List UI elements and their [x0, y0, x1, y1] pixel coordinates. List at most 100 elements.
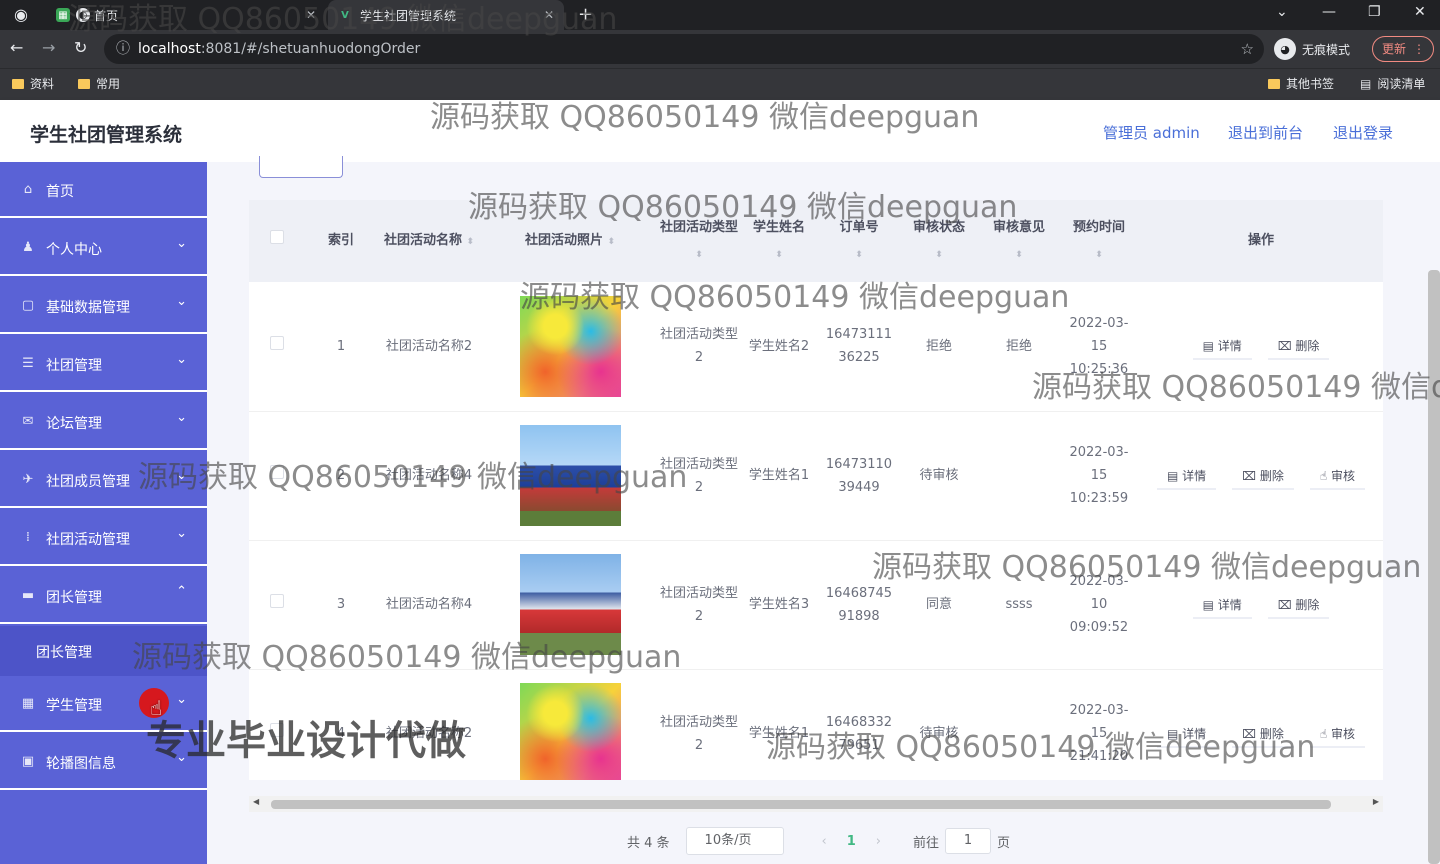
update-button[interactable]: 更新 ⋮ — [1372, 36, 1434, 62]
back-icon[interactable]: ← — [10, 38, 23, 57]
restore-icon[interactable]: ❐ — [1368, 4, 1381, 20]
sort-icon[interactable]: ⬍ — [1015, 250, 1023, 260]
col-order[interactable]: 订单号 ⬍ — [819, 200, 899, 282]
cell-time: 2022-03-15 21:41:20 — [1059, 669, 1139, 780]
row-checkbox[interactable] — [270, 465, 284, 479]
page-size-select[interactable]: 10条/页 — [685, 827, 784, 855]
select-all-checkbox[interactable] — [270, 230, 284, 244]
url-field[interactable]: ⓘ localhost:8081/#/shetuanhuodongOrder ☆ — [104, 34, 1264, 64]
document-icon: ▤ — [1202, 339, 1214, 354]
sidebar-item-label: 社团活动管理 — [46, 532, 130, 548]
forward-icon[interactable]: → — [42, 38, 55, 57]
address-bar: ← → ↻ ⓘ localhost:8081/#/shetuanhuodongO… — [0, 30, 1440, 68]
scroll-left-icon[interactable]: ◀ — [253, 797, 259, 806]
detail-button[interactable]: ▤ 详情 — [1156, 720, 1217, 748]
current-page[interactable]: 1 — [847, 834, 856, 849]
sidebar-item-forum[interactable]: ✉ 论坛管理 ⌄ — [0, 394, 207, 450]
sort-icon[interactable]: ⬍ — [855, 250, 863, 260]
bookmark-folder[interactable]: 常用 — [78, 75, 120, 92]
detail-button[interactable]: ▤ 详情 — [1192, 591, 1252, 619]
sidebar-item-label: 首页 — [46, 184, 74, 200]
bookmark-star-icon[interactable]: ☆ — [1241, 34, 1254, 64]
sidebar-item-home[interactable]: ⌂ 首页 — [0, 162, 207, 218]
review-button[interactable]: ☝ 审核 — [1309, 462, 1365, 490]
incognito-indicator[interactable]: ◕ 无痕模式 — [1274, 35, 1350, 63]
tab-search-icon[interactable]: ⌄ — [1276, 4, 1288, 20]
delete-button[interactable]: ⌧ 删除 — [1267, 332, 1330, 361]
review-label: 审核 — [1330, 726, 1355, 741]
activity-icon: ⁞ — [25, 530, 31, 545]
sidebar-item-basic-data[interactable]: ▢ 基础数据管理 ⌄ — [0, 278, 207, 334]
cell-opinion: 拒绝 — [979, 282, 1059, 412]
logout-link[interactable]: 退出登录 — [1333, 122, 1393, 143]
col-name[interactable]: 社团活动名称 ⬍ — [377, 200, 481, 282]
col-status-label: 审核状态 — [912, 219, 965, 235]
delete-label: 删除 — [1295, 339, 1320, 354]
cell-student: 学生姓名3 — [739, 540, 819, 670]
browser-menu-icon[interactable]: ◉ — [14, 5, 28, 24]
cell-status: 待审核 — [899, 411, 979, 541]
home-icon: ⌂ — [23, 182, 33, 197]
folder-icon — [1268, 78, 1280, 89]
close-tab-icon[interactable]: ✕ — [544, 8, 554, 22]
delete-button[interactable]: ⌧ 删除 — [1232, 462, 1294, 490]
row-checkbox[interactable] — [270, 335, 284, 350]
bookmark-folder[interactable]: 资料 — [12, 75, 54, 92]
sort-icon[interactable]: ⬍ — [1095, 250, 1103, 260]
sidebar-subitem-leader[interactable]: 团长管理 — [0, 626, 207, 678]
window-close-icon[interactable]: ✕ — [1414, 4, 1426, 20]
add-button[interactable] — [259, 156, 343, 178]
sidebar-item-label: 论坛管理 — [46, 416, 102, 432]
sort-icon[interactable]: ⬍ — [935, 250, 943, 260]
col-student[interactable]: 学生姓名 ⬍ — [739, 200, 819, 282]
close-tab-icon[interactable]: ✕ — [306, 8, 316, 22]
tab-home[interactable]: ▦ ◐ 首页 ✕ — [50, 0, 326, 30]
sort-icon[interactable]: ⬍ — [608, 237, 616, 247]
leader-icon: ▬ — [21, 588, 35, 603]
col-status[interactable]: 审核状态 ⬍ — [899, 200, 979, 282]
sidebar-item-club[interactable]: ☰ 社团管理 ⌄ — [0, 336, 207, 392]
scrollbar-thumb[interactable] — [271, 800, 1331, 809]
sidebar-item-activity[interactable]: ⁞ 社团活动管理 ⌄ — [0, 510, 207, 566]
prev-page-icon[interactable]: ‹ — [822, 834, 827, 849]
goto-page-input[interactable]: 1 — [945, 828, 992, 854]
cell-type: 社团活动类型2 — [659, 669, 739, 780]
sort-icon[interactable]: ⬍ — [695, 250, 703, 260]
sidebar-item-label: 基础数据管理 — [46, 300, 130, 316]
thumb-icon: ☝ — [1319, 726, 1328, 741]
document-icon: ▤ — [1166, 468, 1179, 483]
minimize-icon[interactable]: — — [1322, 4, 1336, 20]
sidebar-item-members[interactable]: ✈ 社团成员管理 ⌄ — [0, 452, 207, 508]
row-checkbox[interactable] — [270, 594, 284, 608]
sort-icon[interactable]: ⬍ — [775, 250, 783, 260]
to-front-link[interactable]: 退出到前台 — [1228, 122, 1303, 143]
scroll-right-icon[interactable]: ▶ — [1373, 797, 1379, 806]
sidebar-item-leader[interactable]: ▬ 团长管理 ⌃ — [0, 568, 207, 624]
next-page-icon[interactable]: › — [876, 834, 881, 849]
reload-icon[interactable]: ↻ — [74, 38, 87, 57]
sidebar-item-profile[interactable]: ♟ 个人中心 ⌄ — [0, 220, 207, 276]
sidebar-item-label: 个人中心 — [46, 242, 102, 258]
col-photo[interactable]: 社团活动照片 ⬍ — [481, 200, 659, 282]
col-opinion[interactable]: 审核意见 ⬍ — [979, 200, 1059, 282]
review-button[interactable]: ☝ 审核 — [1309, 720, 1365, 748]
other-bookmarks[interactable]: 其他书签 — [1268, 75, 1334, 92]
tab-active[interactable]: V 学生社团管理系统 ✕ — [328, 0, 564, 30]
new-tab-icon[interactable]: + — [578, 4, 593, 25]
reading-list[interactable]: ▤ 阅读清单 — [1360, 75, 1425, 92]
table-horizontal-scrollbar[interactable]: ◀ ▶ — [249, 796, 1383, 812]
page-vertical-scrollbar[interactable] — [1428, 270, 1440, 864]
col-time[interactable]: 预约时间 ⬍ — [1059, 200, 1139, 282]
col-type[interactable]: 社团活动类型 ⬍ — [659, 200, 739, 282]
delete-button[interactable]: ⌧ 删除 — [1232, 720, 1294, 748]
site-info-icon[interactable]: ⓘ — [116, 34, 130, 64]
cell-actions: ▤ 详情 ⌧ 删除 — [1139, 282, 1383, 412]
sort-icon[interactable]: ⬍ — [467, 237, 475, 247]
cell-order: 1646874591898 — [819, 540, 899, 670]
detail-label: 详情 — [1182, 726, 1207, 741]
detail-button[interactable]: ▤ 详情 — [1192, 332, 1252, 361]
delete-button[interactable]: ⌧ 删除 — [1267, 591, 1330, 619]
cell-type: 社团活动类型2 — [659, 540, 739, 670]
detail-button[interactable]: ▤ 详情 — [1156, 462, 1217, 490]
document-icon: ▤ — [1166, 726, 1179, 741]
